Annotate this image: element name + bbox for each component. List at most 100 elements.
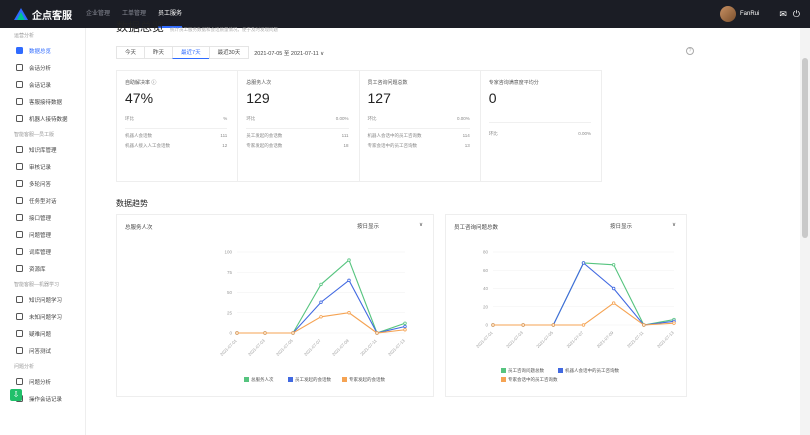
help-icon[interactable]: ?: [686, 47, 694, 55]
sidebar-item[interactable]: 词库管理: [0, 243, 85, 260]
stat-row-value: 13: [464, 143, 470, 148]
x-tick-label: 2021-07-05: [275, 338, 294, 357]
menu-icon: [16, 347, 23, 354]
x-tick-label: 2021-07-01: [475, 330, 494, 349]
sidebar-item-label: 问题管理: [29, 232, 52, 239]
date-range-picker[interactable]: 2021-07-05 至 2021-07-11 ∨: [254, 49, 324, 57]
stat-row-label: 机器人会话中的员工咨询数: [367, 133, 422, 138]
menu-icon: [16, 180, 23, 187]
menu-icon: [16, 64, 23, 71]
stat-row-value: 111: [341, 133, 349, 138]
sidebar-item-label: 会话分析: [29, 65, 52, 72]
sidebar-item[interactable]: 疑难问题: [0, 325, 85, 342]
sidebar-item[interactable]: 会话分析: [0, 59, 85, 76]
legend-label: 专家发起的会话数: [349, 376, 385, 383]
line-chart-total-service: 0 25 50 75 100 2021-07-01 2021-07-03 2021-07-05…: [219, 250, 407, 383]
y-tick-label: 50: [227, 290, 233, 295]
sidebar-item-label: 词库管理: [29, 249, 52, 256]
y-tick-label: 20: [483, 304, 489, 309]
sidebar-item[interactable]: 资源库: [0, 260, 85, 277]
stat-row-label: 环比: [246, 116, 256, 121]
x-tick-label: 2021-07-11: [626, 330, 645, 349]
stat-label: 自助解决率 ⓘ: [125, 80, 157, 86]
data-point: [551, 323, 556, 327]
legend-swatch: [558, 368, 563, 373]
data-point: [581, 323, 586, 327]
sidebar-item-label: 问答测试: [29, 348, 52, 355]
filter-yesterday[interactable]: 昨天: [144, 46, 174, 59]
stat-row-label: 专家会话中的员工咨询数: [367, 143, 418, 148]
stat-value: 47%: [125, 90, 154, 106]
sidebar-item[interactable]: 问题管理: [0, 226, 85, 243]
data-point: [347, 278, 351, 283]
sidebar-item-label: 任务型对话: [29, 198, 57, 205]
data-point: [347, 311, 351, 315]
menu-icon: [16, 98, 23, 105]
stat-row-value: 0.00%: [335, 116, 349, 121]
sidebar-item-label: 资源库: [29, 266, 46, 273]
stat-label: 员工咨询问题总数: [367, 80, 408, 86]
legend-swatch: [244, 377, 249, 382]
user-name[interactable]: FanRui: [740, 11, 759, 17]
filter-today[interactable]: 今天: [116, 46, 146, 59]
stat-row-value: %: [223, 116, 228, 121]
menu-icon: [16, 146, 23, 153]
sidebar-item[interactable]: 审核记录: [0, 158, 85, 175]
stat-row-label: 员工发起的会话数: [246, 133, 283, 138]
stat-value: 129: [246, 90, 270, 106]
sidebar-item[interactable]: 多轮问答: [0, 175, 85, 192]
sidebar-item-label: 未知问题学习: [29, 314, 63, 321]
section-title-trend: 数据趋势: [116, 199, 148, 208]
legend-label: 机器人会话中的员工咨询数: [565, 367, 619, 374]
stat-card: 员工咨询问题总数 127 环比 0.00% 机器人会话中的员工咨询数 114 专…: [360, 71, 481, 181]
data-point: [319, 282, 323, 287]
scrollbar[interactable]: [800, 28, 810, 435]
menu-icon: [16, 265, 23, 272]
stat-label: 总服务人次: [246, 80, 272, 86]
stat-row-value: 12: [222, 143, 228, 148]
mail-icon[interactable]: ✉: [779, 9, 787, 20]
nav-item-enterprise[interactable]: 企业管理: [86, 0, 110, 28]
sidebar-item[interactable]: 问答测试: [0, 342, 85, 359]
series-line: [493, 262, 675, 326]
date-filter: 今天 昨天 最近7天 最近30天 2021-07-05 至 2021-07-11…: [116, 46, 324, 59]
logout-icon[interactable]: ⏻: [793, 9, 800, 20]
sidebar-item[interactable]: 知识问题学习: [0, 291, 85, 308]
x-tick-label: 2021-07-09: [331, 338, 350, 357]
menu-icon: [16, 115, 23, 122]
avatar[interactable]: [719, 6, 736, 22]
stat-card: 总服务人次 129 环比 0.00% 员工发起的会话数 111 专家发起的会话数…: [238, 71, 360, 181]
sidebar-item-label: 问题分析: [29, 379, 52, 386]
sidebar-item[interactable]: 知识库管理: [0, 141, 85, 158]
x-tick-label: 2021-07-01: [219, 338, 238, 357]
stat-value: 127: [367, 90, 391, 106]
filter-last-7-days[interactable]: 最近7天: [172, 46, 210, 59]
logo[interactable]: 企点客服: [14, 7, 86, 22]
page-title: 数据总览: [116, 20, 165, 34]
sidebar-item[interactable]: 接口管理: [0, 209, 85, 226]
sidebar-item[interactable]: 问题分析: [0, 373, 85, 390]
sidebar-item[interactable]: 任务型对话: [0, 192, 85, 209]
stat-row: 员工发起的会话数 111: [246, 133, 348, 139]
sidebar-group-title: 智能客服—员工版: [14, 132, 55, 138]
sidebar-item[interactable]: 会话记录: [0, 76, 85, 93]
data-point: [642, 323, 646, 327]
menu-icon: [16, 378, 23, 385]
sidebar-item[interactable]: 数据总览: [0, 42, 85, 59]
stat-row: 专家发起的会话数 18: [246, 143, 348, 149]
data-point: [347, 258, 351, 262]
scrollbar-thumb[interactable]: [802, 58, 808, 238]
x-tick-label: 2021-07-07: [566, 330, 585, 349]
download-icon[interactable]: ⇩: [10, 389, 22, 401]
sidebar-item[interactable]: 客服接待数据: [0, 93, 85, 110]
filter-last-30-days[interactable]: 最近30天: [208, 46, 250, 59]
sidebar-item[interactable]: 未知问题学习: [0, 308, 85, 325]
y-tick-label: 75: [227, 270, 233, 275]
data-point: [581, 261, 586, 265]
stat-row: [488, 116, 591, 123]
data-point: [403, 321, 407, 325]
x-tick-label: 2021-07-03: [247, 338, 266, 357]
sidebar-item[interactable]: 机器人接待数据: [0, 110, 85, 127]
line-chart-employee-questions: 0 20 40 60 80 2021-07-01 2021-07-03 2021-07-05 2…: [475, 250, 676, 383]
sidebar-item-label: 审核记录: [29, 164, 52, 171]
